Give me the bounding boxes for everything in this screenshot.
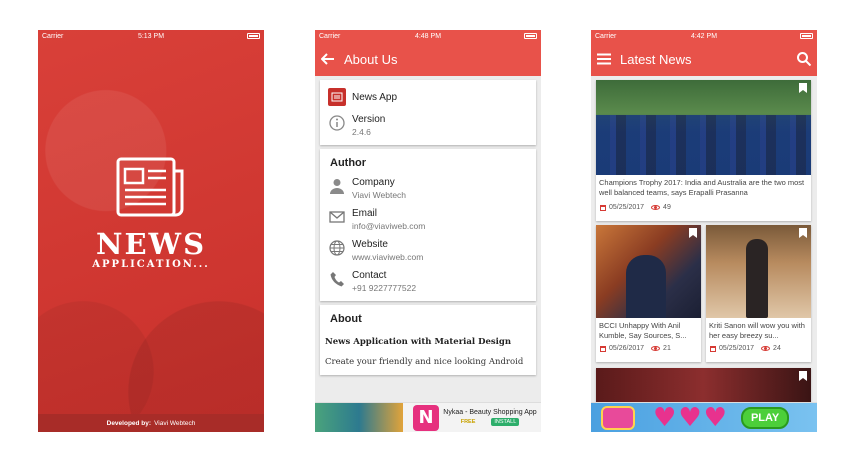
- calendar-icon: [600, 345, 606, 352]
- search-icon[interactable]: [797, 52, 811, 66]
- app-bar: Carrier 4:48 PM About Us: [315, 30, 541, 76]
- globe-icon: [328, 239, 346, 257]
- contact-value[interactable]: +91 9227777522: [352, 283, 416, 293]
- battery-icon: [247, 33, 260, 39]
- newspaper-icon: [116, 157, 184, 217]
- company-label: Company: [352, 177, 395, 188]
- news-card[interactable]: Champions Trophy 2017: India and Austral…: [596, 80, 811, 221]
- about-body: Create your friendly and nice looking An…: [325, 357, 524, 367]
- ad-app-icon: N: [413, 404, 439, 431]
- ad-free-label: FREE: [460, 419, 476, 425]
- news-thumbnail: [596, 80, 811, 175]
- news-thumbnail: [596, 225, 701, 318]
- person-icon: [328, 177, 346, 195]
- ad-banner[interactable]: ♥ ♥ ♥ PLAY: [591, 402, 817, 432]
- website-value[interactable]: www.viaviweb.com: [352, 252, 423, 262]
- news-views: 49: [663, 204, 671, 211]
- bookmark-icon[interactable]: [799, 83, 807, 93]
- app-name: News App: [352, 91, 398, 103]
- app-info-card: News App Version 2.4.6: [320, 80, 536, 145]
- ad-hearts: ♥ ♥ ♥: [653, 402, 727, 432]
- ad-install-button[interactable]: INSTALL: [491, 418, 520, 426]
- about-title: News Application with Material Design: [325, 337, 512, 347]
- views-icon: [651, 346, 661, 351]
- news-title: Kriti Sanon will wow you with her easy b…: [709, 321, 805, 340]
- website-label: Website: [352, 239, 388, 250]
- author-heading: Author: [330, 157, 367, 169]
- ad-title: Nykaa - Beauty Shopping App: [443, 409, 537, 416]
- status-time: 4:48 PM: [414, 32, 442, 40]
- back-arrow-icon[interactable]: [321, 53, 335, 65]
- email-value[interactable]: info@viaviweb.com: [352, 221, 425, 231]
- email-label: Email: [352, 208, 378, 219]
- phone-icon: [328, 270, 346, 288]
- splash-screen: Carrier 5:13 PM NEWS APPLICATION... Deve…: [38, 30, 264, 432]
- bookmark-icon[interactable]: [689, 228, 697, 238]
- about-screen: Carrier 4:48 PM About Us News App Versio…: [315, 30, 541, 432]
- developer-footer: Developed by: Viavi Webtech: [38, 414, 264, 432]
- contact-label: Contact: [352, 270, 387, 281]
- news-thumbnail: [706, 225, 811, 318]
- status-time: 4:42 PM: [690, 32, 718, 40]
- news-views: 24: [773, 345, 781, 352]
- news-card[interactable]: Kriti Sanon will wow you with her easy b…: [706, 225, 811, 362]
- version-value: 2.4.6: [352, 127, 371, 137]
- players-photo: [596, 115, 811, 175]
- author-card: Author Company Viavi Webtech Email info@…: [320, 149, 536, 301]
- page-title: Latest News: [620, 51, 692, 67]
- ad-banner[interactable]: N Nykaa - Beauty Shopping App FREE INSTA…: [315, 402, 541, 432]
- news-date: 05/25/2017: [609, 204, 645, 211]
- app-bar: Carrier 4:42 PM Latest News: [591, 30, 817, 76]
- calendar-icon: [710, 345, 716, 352]
- footer-value: Viavi Webtech: [154, 419, 196, 427]
- ad-game-logo: [601, 405, 635, 430]
- battery-icon: [800, 33, 813, 39]
- views-icon: [651, 205, 661, 210]
- news-date: 05/26/2017: [609, 345, 645, 352]
- views-icon: [761, 346, 771, 351]
- bookmark-icon[interactable]: [799, 228, 807, 238]
- version-label: Version: [352, 114, 386, 125]
- news-views: 21: [663, 345, 671, 352]
- status-bar: Carrier 4:48 PM: [315, 30, 541, 42]
- footer-label: Developed by:: [106, 419, 152, 427]
- menu-icon[interactable]: [597, 53, 611, 65]
- status-bar: Carrier 5:13 PM: [38, 30, 264, 42]
- news-title: Champions Trophy 2017: India and Austral…: [599, 178, 805, 197]
- status-bar: Carrier 4:42 PM: [591, 30, 817, 42]
- company-value: Viavi Webtech: [352, 190, 407, 200]
- bookmark-icon[interactable]: [799, 371, 807, 381]
- ad-play-button[interactable]: PLAY: [740, 406, 790, 429]
- about-card: About News Application with Material Des…: [320, 305, 536, 375]
- news-title: BCCI Unhappy With Anil Kumble, Say Sourc…: [599, 321, 687, 340]
- page-title: About Us: [344, 51, 398, 67]
- app-logo-icon: [328, 88, 346, 106]
- status-time: 5:13 PM: [137, 32, 165, 40]
- battery-icon: [524, 33, 537, 39]
- person-photo: [626, 255, 666, 318]
- about-heading: About: [330, 313, 362, 325]
- person-photo: [746, 239, 768, 318]
- calendar-icon: [600, 204, 606, 211]
- ad-image-left: [315, 402, 403, 432]
- news-date: 05/25/2017: [719, 345, 755, 352]
- brand-title: NEWS: [95, 227, 207, 261]
- news-card[interactable]: BCCI Unhappy With Anil Kumble, Say Sourc…: [596, 225, 701, 362]
- info-icon: [328, 114, 346, 132]
- brand-subtitle: APPLICATION...: [92, 259, 210, 270]
- mail-icon: [328, 208, 346, 226]
- news-screen: Carrier 4:42 PM Latest News Champions Tr…: [591, 30, 817, 432]
